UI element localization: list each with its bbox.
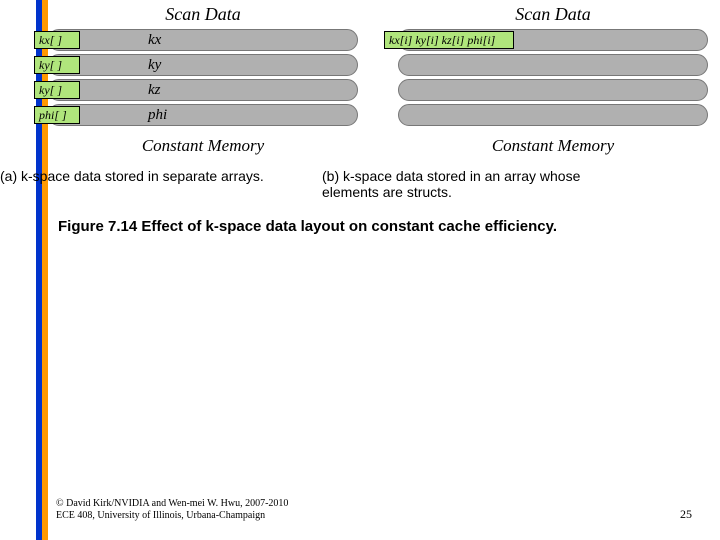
diagram-b: Scan Data kx[i] ky[i] kz[i] phi[i] Const…: [398, 4, 708, 156]
diagram-b-row: [398, 54, 708, 76]
caption-a: (a) k-space data stored in separate arra…: [0, 168, 300, 200]
diagram-b-row: [398, 79, 708, 101]
copyright-line-2: ECE 408, University of Illinois, Urbana-…: [56, 510, 288, 522]
data-pill: [48, 29, 358, 51]
diagram-a-row: kx[ ] kx: [48, 29, 358, 51]
diagram-a-title: Scan Data: [48, 4, 358, 25]
diagram-a-row: ky[ ] ky: [48, 54, 358, 76]
constant-memory-label: Constant Memory: [48, 136, 358, 156]
caption-b: (b) k-space data stored in an array whos…: [300, 168, 600, 200]
page-number: 25: [680, 507, 692, 522]
array-name: phi: [148, 104, 167, 126]
diagram-a-row: ky[ ] kz: [48, 79, 358, 101]
diagram-a-row: phi[ ] phi: [48, 104, 358, 126]
copyright-line-1: © David Kirk/NVIDIA and Wen-mei W. Hwu, …: [56, 498, 288, 510]
slide-content: Scan Data kx[ ] kx ky[ ] ky ky[ ] kz: [48, 0, 720, 235]
diagram-b-row: [398, 104, 708, 126]
struct-label: kx[i] ky[i] kz[i] phi[i]: [384, 31, 514, 49]
diagram-b-title: Scan Data: [398, 4, 708, 25]
array-label: ky[ ]: [34, 56, 80, 74]
constant-memory-label: Constant Memory: [398, 136, 708, 156]
array-label: ky[ ]: [34, 81, 80, 99]
diagram-a: Scan Data kx[ ] kx ky[ ] ky ky[ ] kz: [48, 4, 358, 156]
array-label: kx[ ]: [34, 31, 80, 49]
data-pill: [48, 54, 358, 76]
data-pill: [398, 104, 708, 126]
array-name: kz: [148, 79, 161, 101]
data-pill: [398, 79, 708, 101]
figure-caption: Figure 7.14 Effect of k-space data layou…: [58, 218, 720, 235]
data-pill: [48, 79, 358, 101]
data-pill: [48, 104, 358, 126]
array-name: kx: [148, 29, 161, 51]
data-pill: [398, 54, 708, 76]
diagram-b-row: kx[i] ky[i] kz[i] phi[i]: [398, 29, 708, 51]
array-label: phi[ ]: [34, 106, 80, 124]
array-name: ky: [148, 54, 161, 76]
copyright-footer: © David Kirk/NVIDIA and Wen-mei W. Hwu, …: [56, 498, 288, 522]
